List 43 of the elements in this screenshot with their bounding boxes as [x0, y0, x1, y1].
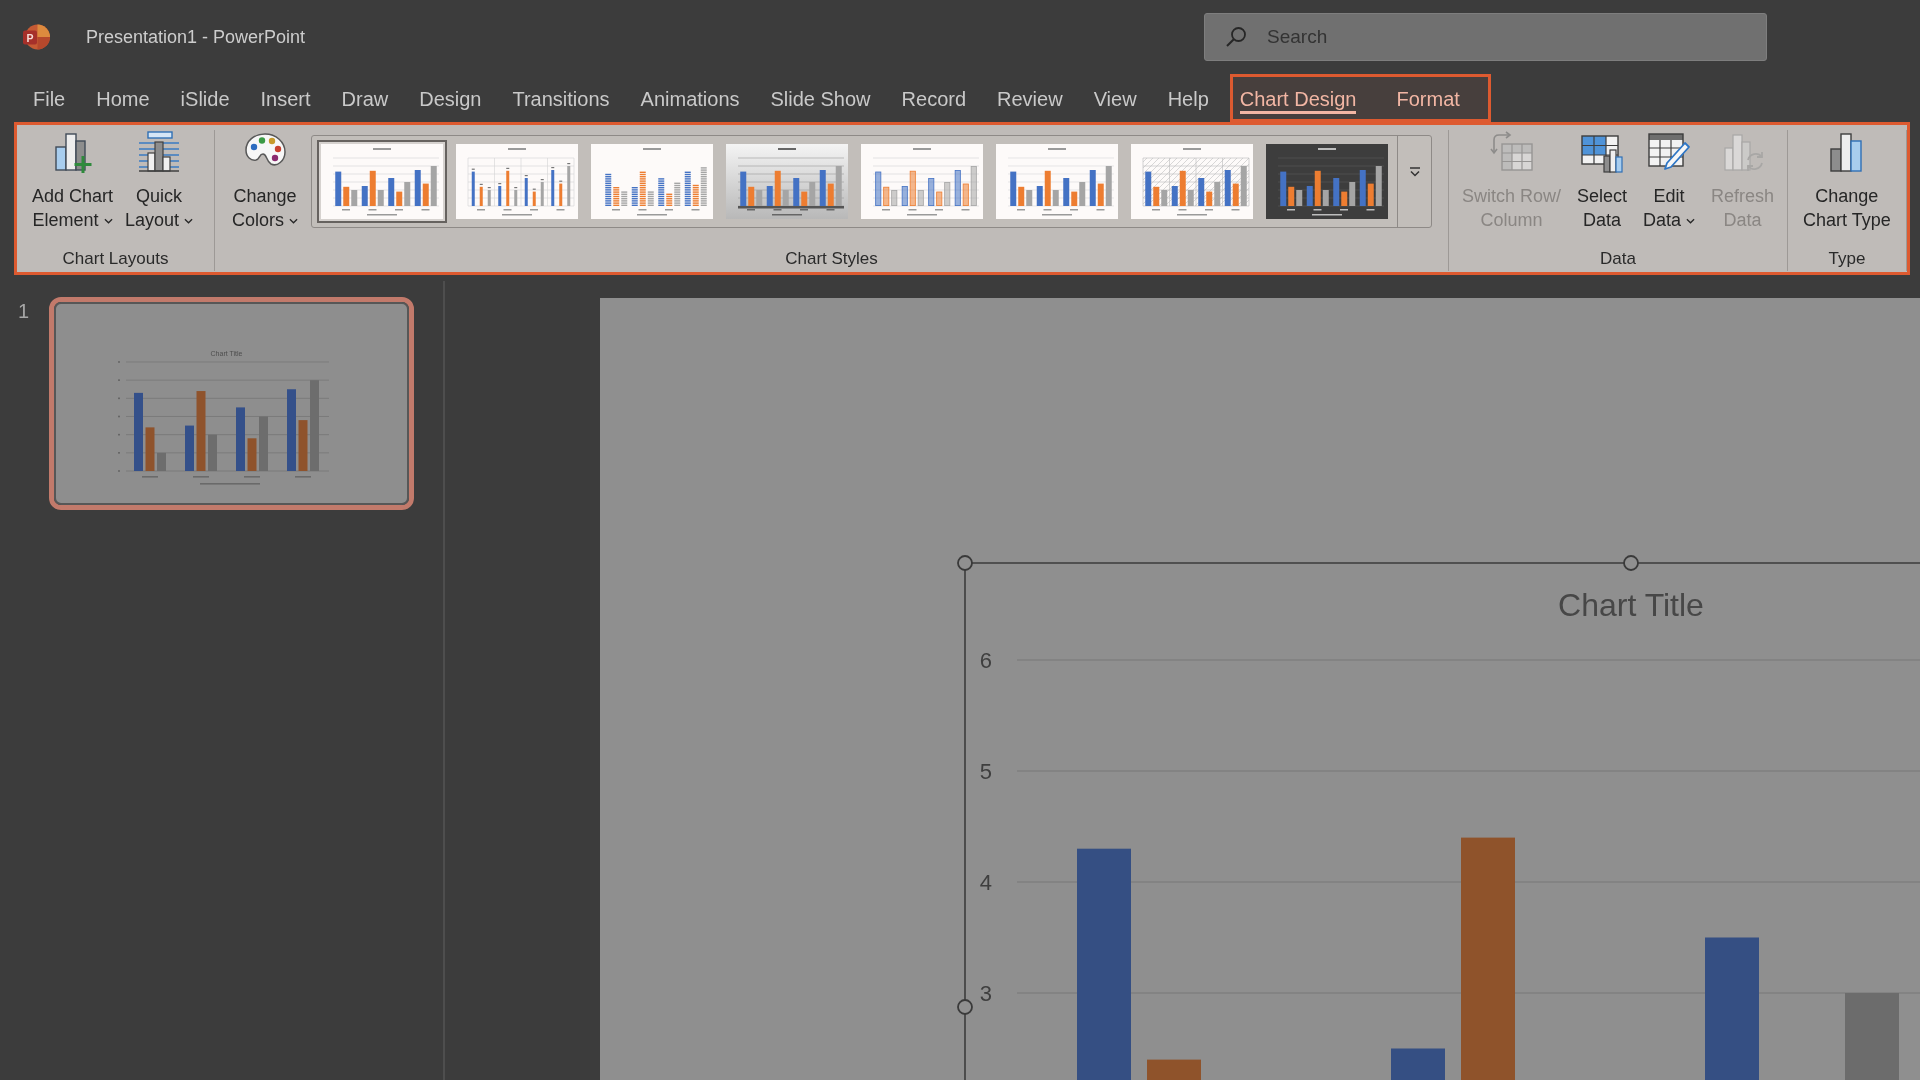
- axis-label: 3: [979, 980, 992, 1006]
- chart-bar: [1391, 1048, 1445, 1080]
- group-label: Data: [1600, 248, 1636, 270]
- group-label: Chart Styles: [785, 248, 878, 270]
- chart-title: Chart Title: [1558, 587, 1704, 623]
- ribbon-tab[interactable]: Design: [419, 82, 482, 114]
- group-label: Chart Layouts: [62, 248, 169, 270]
- ribbon-tab[interactable]: Review: [997, 82, 1063, 114]
- chart-layout-icon: [137, 130, 182, 174]
- axis-label: 5: [979, 758, 992, 784]
- chart-bar: [1147, 1059, 1201, 1080]
- resize-handle[interactable]: [957, 999, 973, 1015]
- ribbon-button[interactable]: Select Data: [1574, 130, 1631, 232]
- ribbon-tab[interactable]: Chart Design: [1239, 82, 1357, 114]
- axis-label: 4: [979, 869, 992, 895]
- ribbon-tab[interactable]: Home: [96, 82, 150, 114]
- window-title: Presentation1 - PowerPoint: [86, 26, 306, 48]
- slide-number: 1: [18, 299, 30, 323]
- ribbon-tab[interactable]: View: [1093, 82, 1137, 114]
- ribbon-tab[interactable]: Insert: [260, 82, 311, 114]
- ribbon-tab[interactable]: Record: [901, 82, 967, 114]
- ribbon-tab[interactable]: Animations: [640, 82, 740, 114]
- grid-arrows-icon: [1489, 130, 1534, 174]
- chevron-icon: [1407, 166, 1422, 178]
- ribbon-tab[interactable]: Draw: [341, 82, 389, 114]
- ribbon-tab[interactable]: iSlide: [180, 82, 230, 114]
- axis-label: 6: [979, 647, 992, 673]
- ribbon-button[interactable]: Edit Data: [1640, 130, 1699, 232]
- ribbon-button[interactable]: Add Chart Element: [29, 130, 117, 232]
- app-logo: P: [21, 22, 51, 52]
- search-field[interactable]: Search: [1204, 13, 1767, 61]
- ribbon-button[interactable]: Change Colors: [229, 130, 301, 232]
- ribbon-tab[interactable]: Slide Show: [770, 82, 871, 114]
- ribbon-tab[interactable]: Transitions: [512, 82, 610, 114]
- ribbon-tab[interactable]: Format: [1396, 82, 1460, 114]
- search-icon: [1225, 26, 1247, 48]
- ribbon-tab[interactable]: Help: [1167, 82, 1209, 114]
- resize-handle[interactable]: [1623, 555, 1639, 571]
- group-label: Type: [1828, 248, 1866, 270]
- resize-handle[interactable]: [957, 555, 973, 571]
- ribbon-button[interactable]: Change Chart Type: [1800, 130, 1894, 232]
- ribbon-button[interactable]: Quick Layout: [122, 130, 197, 232]
- ribbon-tab[interactable]: File: [33, 82, 66, 114]
